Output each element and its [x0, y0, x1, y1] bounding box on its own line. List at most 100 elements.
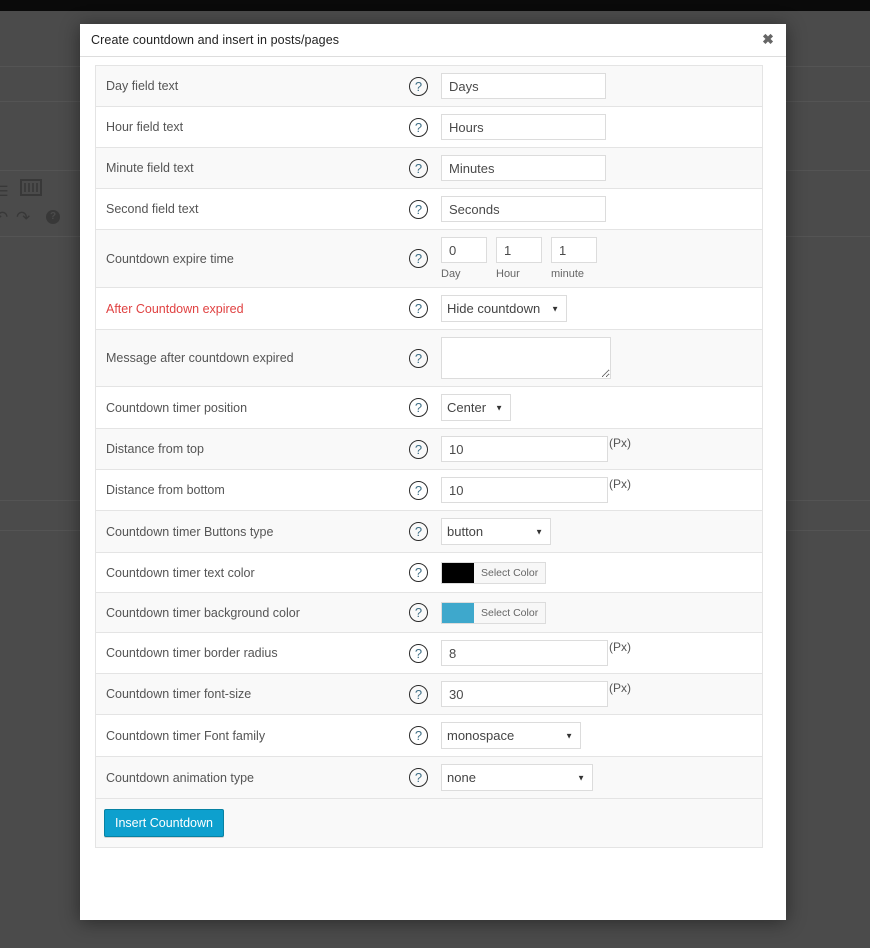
field-cell: (Px) [441, 674, 762, 714]
field-cell: (Px) [441, 633, 762, 673]
help-cell: ? [396, 117, 441, 137]
label-animation-type: Countdown animation type [106, 770, 255, 785]
minute-field-text-input[interactable] [441, 155, 606, 181]
help-icon[interactable]: ? [409, 76, 428, 96]
border-radius-input[interactable] [441, 640, 608, 666]
text-color-picker-button[interactable]: Select Color [441, 561, 547, 584]
distance-top-suffix: (Px) [609, 436, 631, 450]
help-cell: ? [396, 563, 441, 582]
timer-position-select-wrap: Center [441, 394, 511, 421]
expire-minute-group: minute [551, 237, 597, 280]
hour-field-text-input[interactable] [441, 114, 606, 140]
field-cell: Select Color [441, 555, 762, 591]
help-cell: ? [396, 76, 441, 96]
row-timer-position: Countdown timer position ? Center [96, 387, 762, 429]
field-cell: monospace [441, 715, 762, 756]
help-cell: ? [396, 726, 441, 745]
expire-hour-label: Hour [496, 268, 520, 280]
row-day-field-text: Day field text ? [96, 66, 762, 107]
label-font-family: Countdown timer Font family [106, 728, 266, 743]
label-text-color: Countdown timer text color [106, 565, 255, 580]
help-icon[interactable]: ? [409, 603, 428, 622]
distance-bottom-input[interactable] [441, 477, 608, 503]
label-buttons-type: Countdown timer Buttons type [106, 524, 274, 539]
help-cell: ? [396, 249, 441, 268]
label-day-field-text: Day field text [106, 79, 179, 93]
row-font-family: Countdown timer Font family ? monospace [96, 715, 762, 757]
row-after-expired: After Countdown expired ? Hide countdown [96, 288, 762, 330]
help-cell: ? [396, 439, 441, 459]
row-background-color: Countdown timer background color ? Selec… [96, 593, 762, 633]
background-color-swatch [442, 602, 474, 623]
message-after-expired-textarea[interactable] [441, 337, 611, 379]
text-color-swatch [442, 562, 474, 583]
help-icon[interactable]: ? [409, 199, 428, 219]
row-expire-time: Countdown expire time ? Day Hour [96, 230, 762, 288]
modal-header: Create countdown and insert in posts/pag… [80, 24, 786, 57]
help-icon[interactable]: ? [409, 768, 428, 787]
expire-hour-group: Hour [496, 237, 542, 280]
second-field-text-input[interactable] [441, 196, 606, 222]
field-cell [441, 189, 762, 229]
help-icon[interactable]: ? [409, 684, 428, 704]
field-cell: (Px) [441, 429, 762, 469]
editor-toolbar-icons: ☰ ↶ ↷ ? [0, 178, 80, 238]
help-icon[interactable]: ? [409, 643, 428, 663]
expire-hour-input[interactable] [496, 237, 542, 263]
expire-minute-input[interactable] [551, 237, 597, 263]
row-hour-field-text: Hour field text ? [96, 107, 762, 148]
distance-top-input[interactable] [441, 436, 608, 462]
expire-day-label: Day [441, 268, 461, 280]
field-cell: Center [441, 387, 762, 428]
label-background-color: Countdown timer background color [106, 605, 300, 620]
help-icon[interactable]: ? [409, 299, 428, 318]
countdown-modal: Create countdown and insert in posts/pag… [80, 24, 786, 920]
buttons-type-select[interactable]: button [441, 518, 551, 545]
label-expire-time: Countdown expire time [106, 251, 234, 266]
undo-icon: ↶ [0, 208, 9, 227]
field-cell: Day Hour minute [441, 230, 762, 287]
field-cell: button [441, 511, 762, 552]
help-cell: ? [396, 768, 441, 787]
row-distance-top: Distance from top ? (Px) [96, 429, 762, 470]
animation-type-select[interactable]: none [441, 764, 593, 791]
help-cell: ? [396, 603, 441, 622]
help-icon[interactable]: ? [409, 563, 428, 582]
font-family-select[interactable]: monospace [441, 722, 581, 749]
after-expired-select[interactable]: Hide countdown [441, 295, 567, 322]
help-icon[interactable]: ? [409, 398, 428, 417]
label-font-size: Countdown timer font-size [106, 687, 252, 701]
expire-day-input[interactable] [441, 237, 487, 263]
label-border-radius: Countdown timer border radius [106, 646, 278, 660]
help-icon-backdrop: ? [46, 210, 60, 224]
help-icon[interactable]: ? [409, 249, 428, 268]
help-cell: ? [396, 684, 441, 704]
insert-countdown-button[interactable]: Insert Countdown [104, 809, 224, 837]
admin-topbar [0, 0, 870, 11]
label-distance-top: Distance from top [106, 442, 204, 456]
close-icon[interactable]: ✖ [760, 32, 776, 48]
help-icon[interactable]: ? [409, 522, 428, 541]
timer-position-select[interactable]: Center [441, 394, 511, 421]
row-message-after-expired: Message after countdown expired ? [96, 330, 762, 387]
expire-day-group: Day [441, 237, 487, 280]
help-icon[interactable]: ? [409, 158, 428, 178]
day-field-text-input[interactable] [441, 73, 606, 99]
font-size-input[interactable] [441, 681, 608, 707]
text-color-button-label: Select Color [481, 566, 539, 579]
row-border-radius: Countdown timer border radius ? (Px) [96, 633, 762, 674]
label-minute-field-text: Minute field text [106, 161, 194, 175]
help-icon[interactable]: ? [409, 439, 428, 459]
help-cell: ? [396, 348, 441, 368]
row-buttons-type: Countdown timer Buttons type ? button [96, 511, 762, 553]
row-distance-bottom: Distance from bottom ? (Px) [96, 470, 762, 511]
label-after-expired: After Countdown expired [106, 301, 244, 316]
help-cell: ? [396, 299, 441, 318]
expire-minute-label: minute [551, 268, 585, 280]
animation-type-select-wrap: none [441, 764, 593, 791]
help-icon[interactable]: ? [409, 480, 428, 500]
help-icon[interactable]: ? [409, 117, 428, 137]
help-icon[interactable]: ? [409, 348, 428, 368]
help-icon[interactable]: ? [409, 726, 428, 745]
background-color-picker-button[interactable]: Select Color [441, 601, 547, 624]
